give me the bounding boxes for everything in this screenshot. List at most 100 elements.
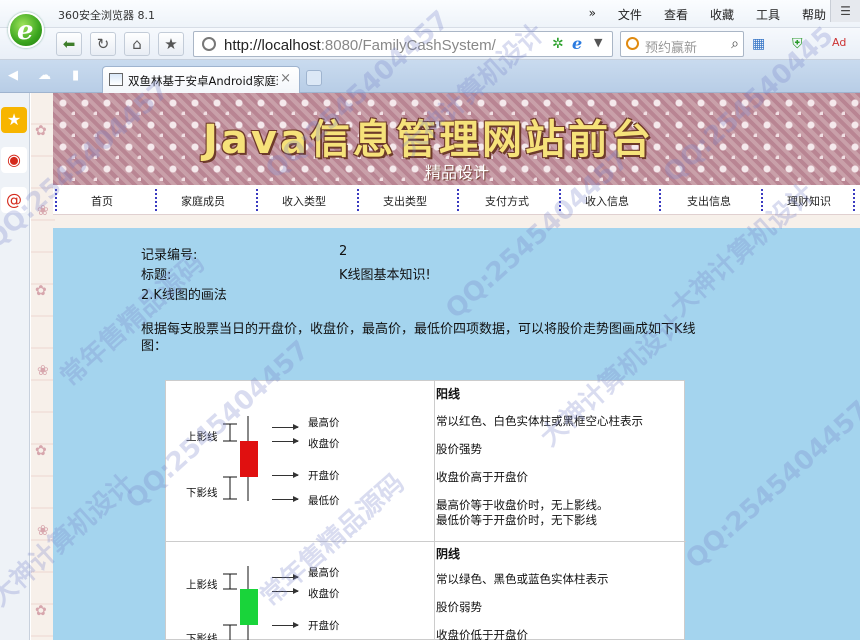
yang-candle-icon [223,416,258,501]
nav-income-info[interactable]: 收入信息 [585,193,629,209]
section-heading: 2.K线图的画法 [141,288,227,303]
security-shield-icon [202,37,216,51]
search-engine-icon [626,37,639,50]
nav-separator [155,189,157,211]
arrow-icon [272,574,299,580]
record-title-value: K线图基本知识! [339,268,431,283]
new-tab-button[interactable] [306,70,322,86]
nav-expense-types[interactable]: 支出类型 [383,193,427,209]
yin-lower-shadow-label: 下影线 [186,633,218,640]
menu-favorites[interactable]: 收藏 [710,6,734,23]
nav-separator [357,189,359,211]
nav-separator [853,189,855,211]
cloud-icon[interactable]: ☁ [38,68,51,83]
nav-separator [55,189,57,211]
site-navbar: 首页 家庭成员 收入类型 支出类型 支付方式 收入信息 支出信息 理财知识 [53,185,860,215]
yang-desc-2: 股价强势 [436,442,482,456]
yang-desc-4: 最高价等于收盘价时，无上影线。 [436,498,609,512]
yang-desc-5: 最低价等于开盘价时，无下影线 [436,513,597,527]
nav-separator [659,189,661,211]
menu-file[interactable]: 文件 [618,6,642,23]
back-button[interactable]: ⬅ [56,32,82,56]
menu-tools[interactable]: 工具 [756,6,780,23]
favorites-star-icon[interactable]: ★ [1,107,27,133]
yang-upper-shadow-label: 上影线 [186,431,218,443]
search-input[interactable]: 预约赢新 [645,37,697,56]
yang-lower-shadow-label: 下影线 [186,487,218,499]
adblock-icon[interactable]: Ad [832,36,846,49]
yin-desc-2: 股价弱势 [436,600,482,614]
browser-titlebar: 360安全浏览器 8.1 » 文件 查看 收藏 工具 帮助 ☰ [0,0,860,28]
home-button[interactable]: ⌂ [124,32,150,56]
menu-overflow[interactable]: » [589,6,596,23]
yin-heading: 阴线 [436,547,461,561]
address-bar[interactable]: http://localhost:8080/FamilyCashSystem/ … [193,31,613,57]
arrow-icon [272,622,299,628]
nav-separator [559,189,561,211]
nav-expense-info[interactable]: 支出信息 [687,193,731,209]
tab-active[interactable]: 双鱼林基于安卓Android家庭理财 × [102,66,300,93]
nav-separator [761,189,763,211]
yin-price-close: 收盘价 [308,588,340,600]
favorite-star-button[interactable]: ★ [158,32,184,56]
yin-desc-3: 收盘价低于开盘价 [436,628,528,640]
yang-heading: 阳线 [436,387,461,401]
paragraph-line-1: 根据每支股票当日的开盘价，收盘价，最高价，最低价四项数据，可以将股价走势图画成如… [141,322,696,337]
refresh-button[interactable]: ↻ [90,32,116,56]
search-icon[interactable]: ⌕ [731,36,739,52]
record-id-value: 2 [339,244,348,259]
safety-guard-icon[interactable]: ⛨ [792,36,803,52]
nav-income-types[interactable]: 收入类型 [282,193,326,209]
compat-mode-icon[interactable]: ✲ [552,36,564,52]
floral-border: ✿ ❀ ✿ ❀ ✿ ❀ ✿ [31,93,55,640]
nav-payment-methods[interactable]: 支付方式 [485,193,529,209]
paragraph-line-2: 图： [141,339,168,354]
yin-price-open: 开盘价 [308,620,340,632]
sidebar-toggle-icon[interactable]: ◀ [8,68,18,83]
window-menu-button[interactable]: ☰ [830,0,860,22]
nav-finance-knowledge[interactable]: 理财知识 [787,193,831,209]
record-title-label: 标题: [141,268,172,283]
tab-list-icon[interactable]: ▮ [72,68,79,83]
record-id-label: 记录编号: [141,248,198,263]
yin-candle-icon [223,566,258,640]
divider-vertical [434,381,435,640]
banner-title: Java信息管理网站前台 [203,117,654,163]
nav-separator [457,189,459,211]
yin-desc-1: 常以绿色、黑色或蓝色实体柱表示 [436,572,609,586]
left-sidebar: ★ ◉ @ [0,93,30,640]
arrow-icon [272,438,299,444]
yang-price-low: 最低价 [308,495,340,507]
browser-title: 360安全浏览器 8.1 [58,9,155,22]
browser-logo-icon: e [8,12,44,48]
yang-desc-3: 收盘价高于开盘价 [436,470,528,484]
address-dropdown-icon[interactable]: ▼ [594,36,602,49]
site-banner: Java信息管理网站前台 精品设计 [53,93,860,185]
yin-body [240,589,258,625]
mail-icon[interactable]: @ [1,187,27,213]
yang-body [240,441,258,477]
banner-subtitle: 精品设计 [425,163,490,182]
menu-view[interactable]: 查看 [664,6,688,23]
weibo-icon[interactable]: ◉ [1,147,27,173]
nav-family-members[interactable]: 家庭成员 [181,193,225,209]
browser-toolbar: ⬅ ↻ ⌂ ★ http://localhost:8080/FamilyCash… [0,28,860,60]
address-url[interactable]: http://localhost:8080/FamilyCashSystem/ [224,37,496,54]
apps-grid-icon[interactable]: ▦ [752,36,765,52]
kline-diagram-image: 上影线 下影线 最高价 收盘价 开盘价 最低价 阳线 常以红色、白色实体柱或黑框… [165,380,686,640]
yang-price-open: 开盘价 [308,470,340,482]
menu-help[interactable]: 帮助 [802,6,826,23]
arrow-icon [272,424,299,430]
tab-label: 双鱼林基于安卓Android家庭理财 [128,74,278,88]
tab-strip: ◀ ☁ ▮ 双鱼林基于安卓Android家庭理财 × [0,60,860,93]
yin-upper-shadow-label: 上影线 [186,579,218,591]
article-content: 记录编号: 2 标题: K线图基本知识! 2.K线图的画法 根据每支股票当日的开… [53,228,860,640]
ie-engine-icon[interactable]: e [572,34,582,53]
search-box[interactable]: 预约赢新 ⌕ [620,31,744,57]
arrow-icon [272,588,299,594]
arrow-icon [272,496,299,502]
yang-desc-1: 常以红色、白色实体柱或黑框空心柱表示 [436,414,643,428]
tab-close-icon[interactable]: × [280,71,291,86]
nav-home[interactable]: 首页 [91,193,113,209]
yang-price-high: 最高价 [308,417,340,429]
